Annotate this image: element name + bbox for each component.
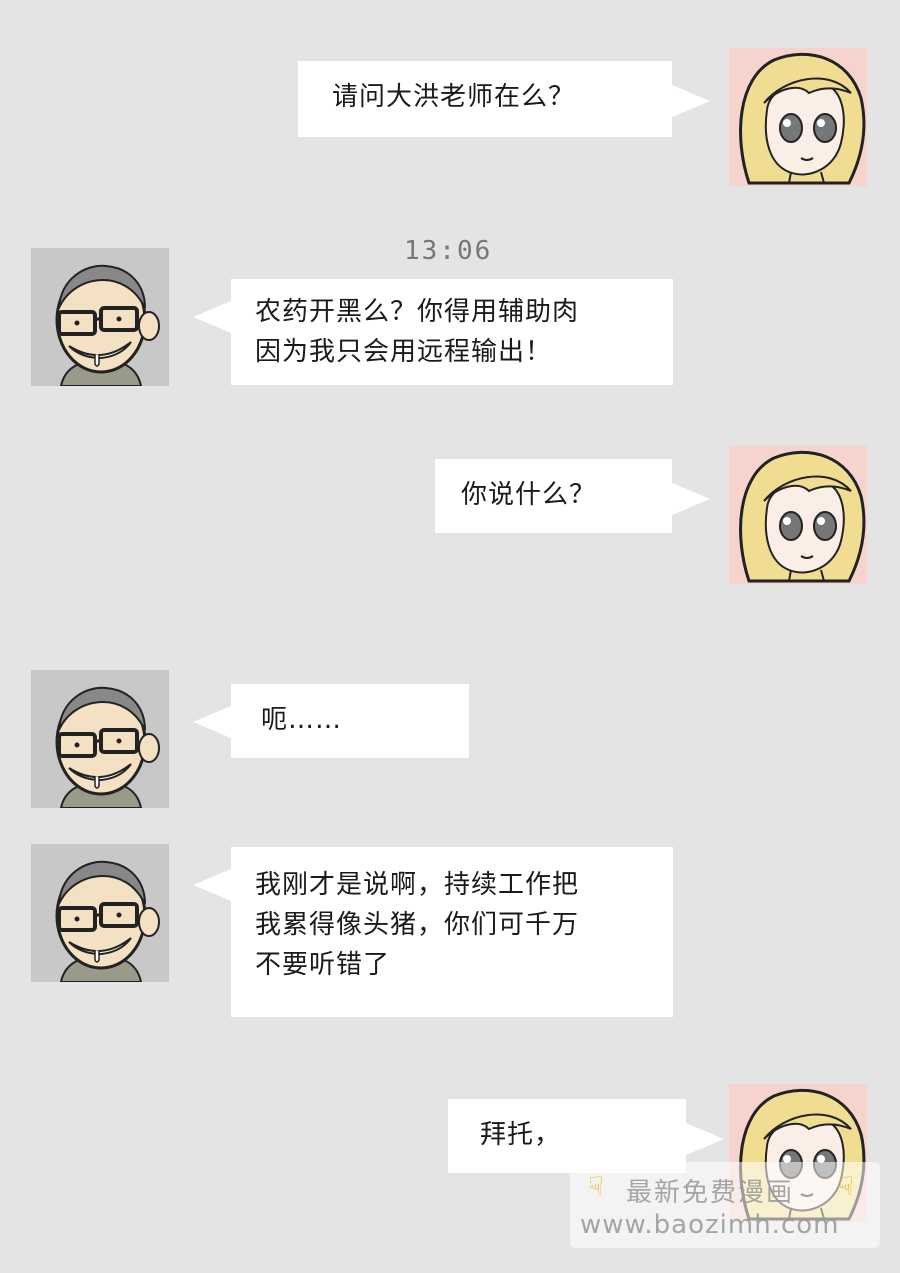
- message-text: 我刚才是说啊，持续工作把: [255, 870, 580, 900]
- pointing-hand-icon: ☟: [838, 1172, 854, 1202]
- message-bubble-incoming: 呃……: [193, 684, 469, 758]
- bubble-tail: [686, 1123, 724, 1155]
- message-text: 呃……: [261, 705, 343, 735]
- bubble-tail: [193, 869, 231, 901]
- pointing-hand-icon: ☟: [588, 1172, 604, 1202]
- bubble-tail: [193, 301, 231, 333]
- watermark-url: www.baozimh.com: [580, 1210, 840, 1240]
- watermark-title: 最新免费漫画: [626, 1178, 795, 1208]
- message-bubble-outgoing: 请问大洪老师在么？: [298, 61, 710, 137]
- message-text: 不要听错了: [255, 950, 391, 980]
- man-avatar-icon[interactable]: [31, 844, 169, 982]
- message-bubble-incoming: 我刚才是说啊，持续工作把 我累得像头猪，你们可千万 不要听错了: [193, 847, 673, 1017]
- message-text: 我累得像头猪，你们可千万: [255, 910, 580, 940]
- message-text: 农药开黑么？你得用辅助肉: [255, 297, 580, 327]
- message-text: 你说什么？: [461, 480, 597, 510]
- site-watermark: ☟ 最新免费漫画 ☟ www.baozimh.com: [570, 1162, 880, 1248]
- message-text: 请问大洪老师在么？: [332, 82, 576, 112]
- bubble-tail: [672, 85, 710, 117]
- man-avatar-icon[interactable]: [31, 670, 169, 808]
- bubble-tail: [672, 483, 710, 515]
- message-bubble-incoming: 农药开黑么？你得用辅助肉 因为我只会用远程输出！: [193, 279, 673, 385]
- message-bubble-outgoing: 你说什么？: [435, 459, 710, 533]
- message-text: 拜托，: [480, 1120, 562, 1150]
- bubble-tail: [193, 706, 231, 738]
- girl-avatar-icon[interactable]: [729, 48, 867, 186]
- message-timestamp: 13:06: [404, 236, 493, 266]
- message-text: 因为我只会用远程输出！: [255, 337, 553, 367]
- man-avatar-icon[interactable]: [31, 248, 169, 386]
- girl-avatar-icon[interactable]: [729, 446, 867, 584]
